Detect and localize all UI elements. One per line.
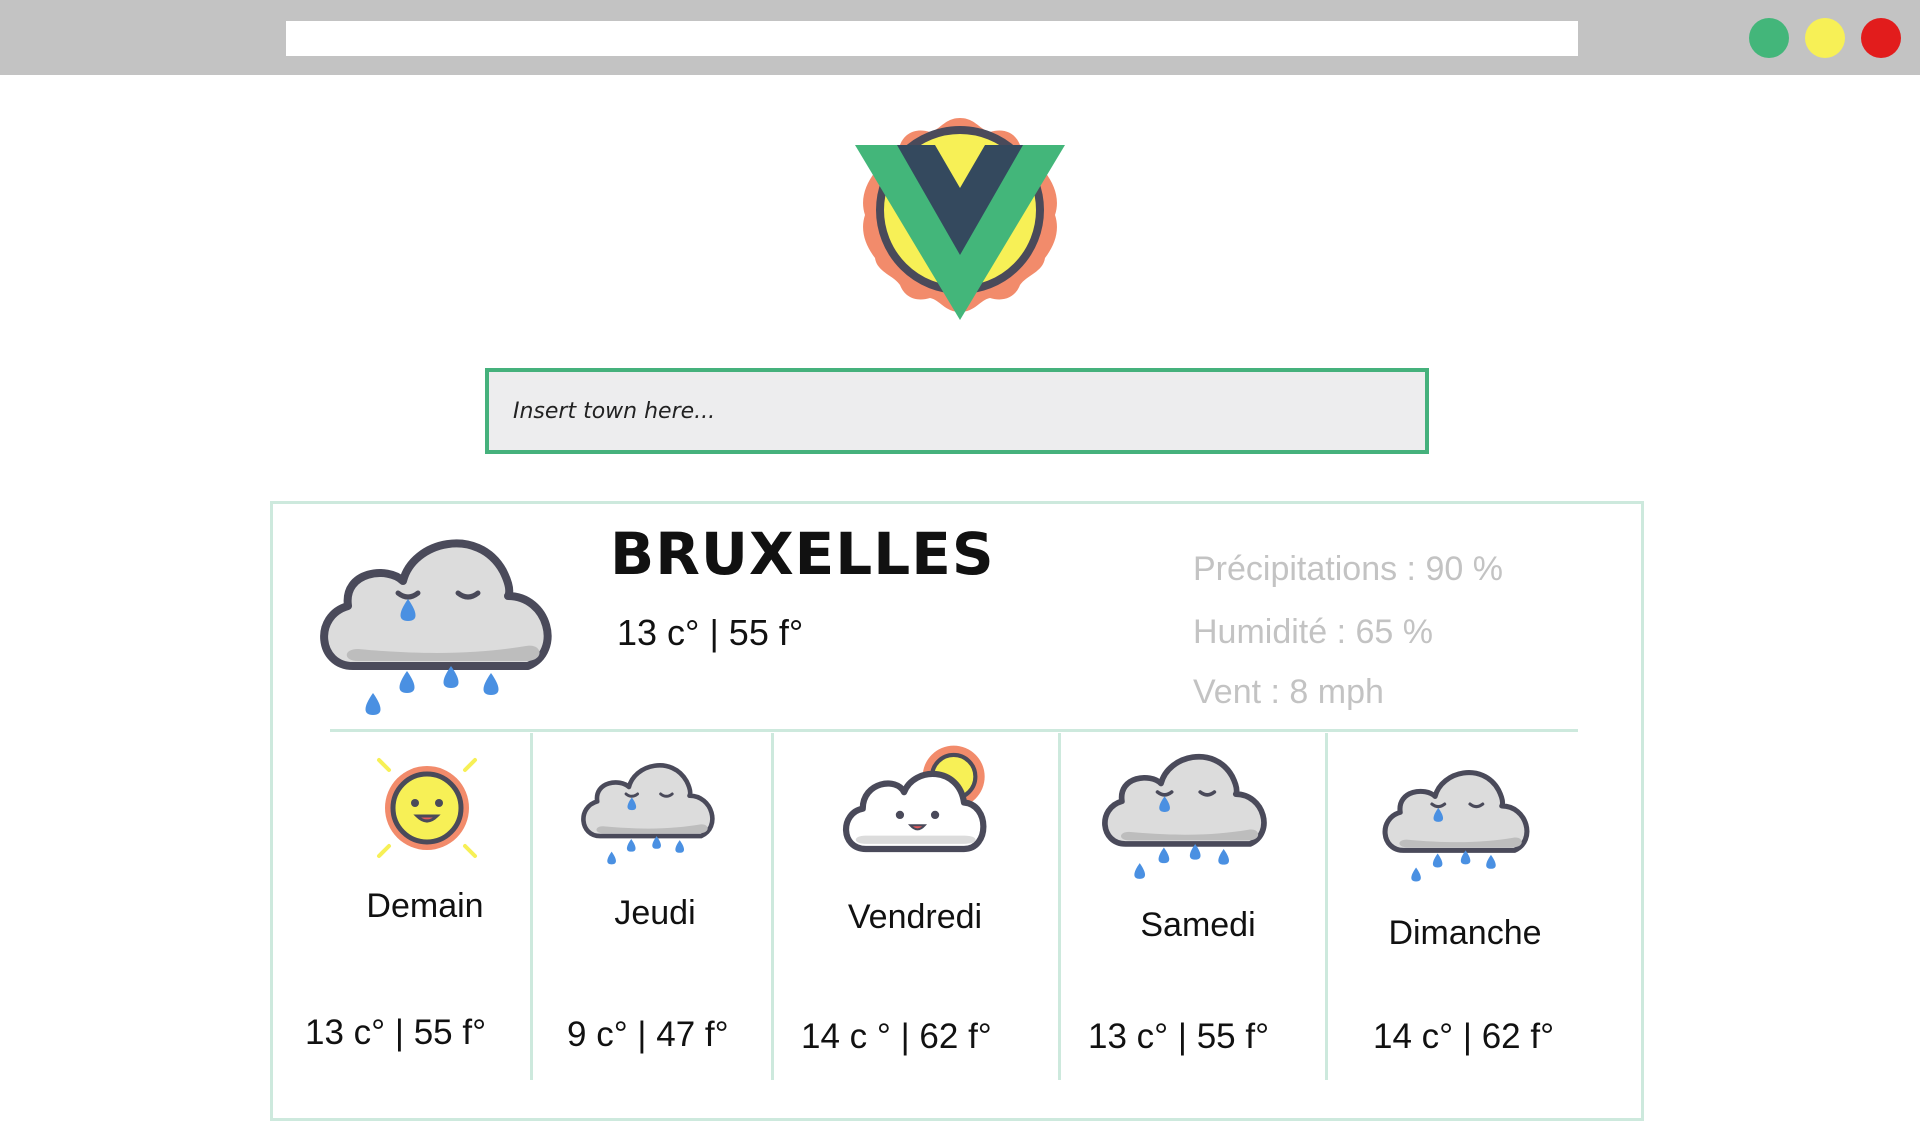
forecast-day: Demain — [345, 887, 505, 926]
minimize-button[interactable] — [1805, 18, 1845, 58]
forecast-temperature: 9 c° | 47 f° — [567, 1015, 729, 1054]
close-button[interactable] — [1861, 18, 1901, 58]
column-divider — [771, 733, 774, 1080]
vue-sun-logo — [855, 118, 1065, 320]
precipitation-stat: Précipitations : 90 % — [1193, 550, 1503, 588]
forecast-temperature: 13 c° | 55 f° — [305, 1013, 487, 1052]
forecast-day-name: Samedi — [1140, 906, 1256, 944]
column-divider — [1325, 733, 1328, 1080]
forecast-temperature: 14 c ° | 62 f° — [801, 1017, 992, 1056]
humidity-stat: Humidité : 65 % — [1193, 613, 1433, 651]
sun-icon — [367, 748, 487, 868]
forecast-day: Dimanche — [1385, 914, 1545, 953]
forecast-temperature: 13 c° | 55 f° — [1088, 1017, 1270, 1056]
column-divider — [1058, 733, 1061, 1080]
town-search-field[interactable] — [485, 368, 1429, 454]
browser-titlebar — [0, 0, 1920, 75]
column-divider — [530, 733, 533, 1080]
forecast-day: Jeudi — [575, 894, 735, 933]
rain-cloud-icon — [313, 521, 573, 731]
partly-cloudy-icon — [840, 740, 995, 865]
forecast-day-name: Dimanche — [1388, 914, 1542, 952]
url-bar[interactable] — [286, 21, 1578, 56]
forecast-day-name: Vendredi — [847, 898, 983, 936]
forecast-day: Samedi — [1118, 906, 1278, 945]
forecast-day-name: Jeudi — [614, 894, 696, 932]
current-temperature: 13 c° | 55 f° — [617, 612, 804, 653]
rain-cloud-icon — [577, 748, 727, 878]
forecast-day: Vendredi — [835, 898, 995, 937]
maximize-button[interactable] — [1749, 18, 1789, 58]
forecast-temperature: 14 c° | 62 f° — [1373, 1017, 1555, 1056]
wind-stat: Vent : 8 mph — [1193, 673, 1384, 711]
city-name: BRUXELLES — [610, 520, 995, 588]
rain-cloud-icon — [1097, 738, 1282, 893]
town-search-input[interactable] — [511, 397, 1425, 425]
divider — [330, 729, 1578, 732]
rain-cloud-icon — [1378, 750, 1543, 900]
forecast-day-name: Demain — [366, 887, 484, 925]
